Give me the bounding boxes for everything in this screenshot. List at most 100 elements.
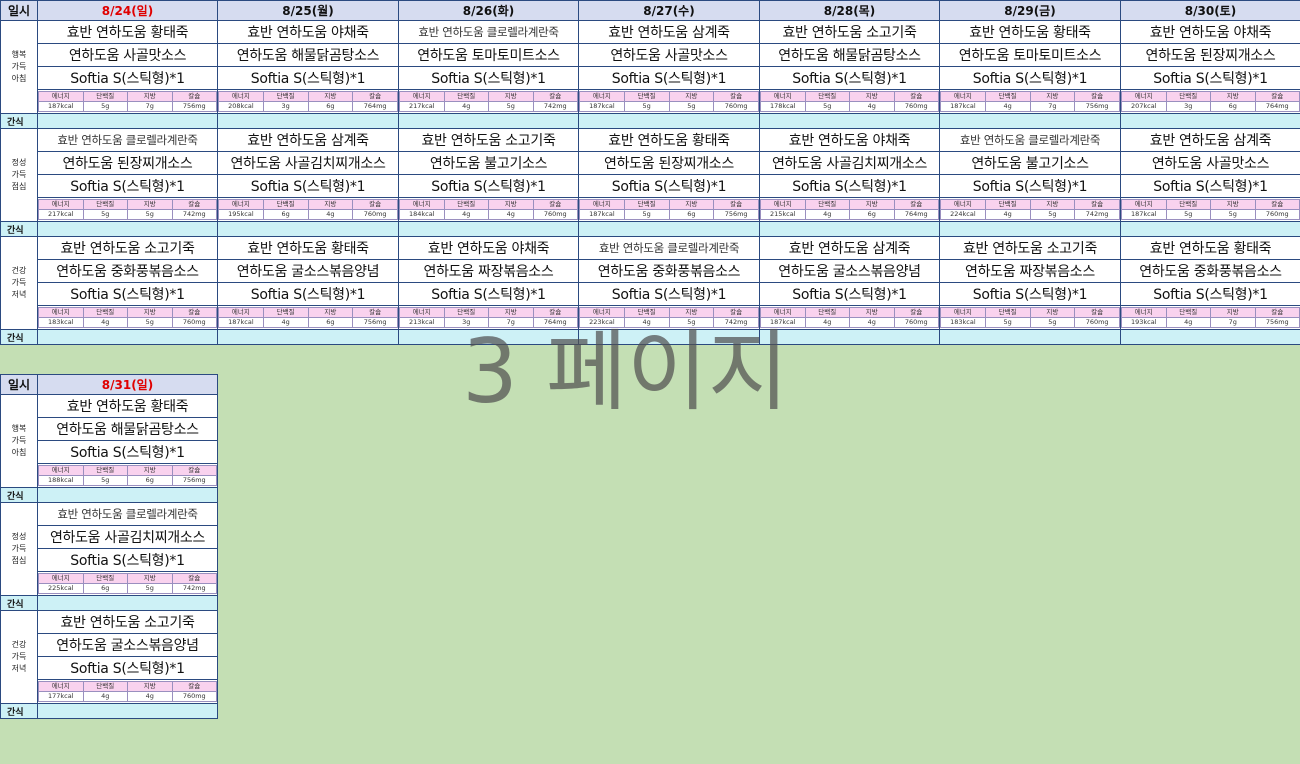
nutrition-header: 칼슘 bbox=[171, 573, 217, 584]
nutrition-value: 187kcal bbox=[579, 209, 625, 220]
nutrition-header: 지방 bbox=[488, 91, 534, 102]
nutrition-header-row: 에너지 단백질 지방 칼슘 bbox=[760, 199, 939, 210]
date-header: 8/25(월) bbox=[217, 0, 399, 21]
nutrition-value: 5g bbox=[1165, 209, 1211, 220]
nutrition-header-row: 에너지 단백질 지방 칼슘 bbox=[579, 199, 759, 210]
nutrition-header: 칼슘 bbox=[532, 199, 578, 210]
snack-cell bbox=[759, 221, 940, 237]
nutrition-cell: 에너지 단백질 지방 칼슘 188kcal 5g 6g 756mg bbox=[37, 463, 218, 488]
nutrition-header-row: 에너지 단백질 지방 칼슘 bbox=[1121, 307, 1300, 318]
menu-item: 효반 연하도움 삼계죽 bbox=[578, 20, 760, 44]
snack-cell bbox=[398, 329, 579, 345]
menu-item: Softia S(스틱형)*1 bbox=[37, 656, 218, 680]
nutrition-value-row: 187kcal 4g 6g 756mg bbox=[218, 317, 398, 328]
date-header: 8/24(일) bbox=[37, 0, 218, 21]
nutrition-table: 에너지 단백질 지방 칼슘 187kcal 5g 5g 760mg bbox=[1121, 199, 1300, 220]
menu-item: 연하도움 해물닭곰탕소스 bbox=[217, 43, 399, 67]
breakfast-food-row: Softia S(스틱형)*1 Softia S(스틱형)*1 Softia S(스… bbox=[1, 66, 1300, 90]
menu-item: Softia S(스틱형)*1 bbox=[1120, 66, 1300, 90]
nutrition-value: 183kcal bbox=[38, 317, 84, 328]
nutrition-table: 에너지 단백질 지방 칼슘 178kcal 5g 4g 760mg bbox=[760, 91, 939, 112]
nutrition-header: 에너지 bbox=[218, 91, 264, 102]
nutrition-value: 5g bbox=[984, 317, 1031, 328]
nutrition-table: 에너지 단백질 지방 칼슘 187kcal 4g 6g 756mg bbox=[218, 307, 398, 328]
date-header: 8/29(금) bbox=[939, 0, 1121, 21]
nutrition-value: 756mg bbox=[352, 317, 398, 328]
nutrition-table: 에너지 단백질 지방 칼슘 215kcal 4g 6g 764mg bbox=[760, 199, 939, 220]
nutrition-value: 760mg bbox=[171, 317, 217, 328]
nutrition-value: 742mg bbox=[171, 583, 217, 594]
nutrition-value: 187kcal bbox=[218, 317, 264, 328]
nutrition-value: 5g bbox=[1210, 209, 1256, 220]
nutrition-cell: 에너지 단백질 지방 칼슘 187kcal 4g 4g 760mg bbox=[759, 305, 940, 330]
breakfast-label: 행복 가득 아침 bbox=[0, 20, 38, 114]
nutrition-table: 에너지 단백질 지방 칼슘 187kcal 4g 4g 760mg bbox=[760, 307, 939, 328]
nutrition-header-row: 에너지 단백질 지방 칼슘 bbox=[399, 307, 578, 318]
nutrition-value-row: 213kcal 3g 7g 764mg bbox=[399, 317, 578, 328]
nutrition-header: 에너지 bbox=[38, 681, 84, 692]
menu-item: 연하도움 사골맛소스 bbox=[37, 43, 218, 67]
nutrition-header-row: 에너지 단백질 지방 칼슘 bbox=[38, 681, 217, 692]
nutrition-header: 칼슘 bbox=[352, 307, 398, 318]
nutrition-value-row: 183kcal 5g 5g 760mg bbox=[940, 317, 1120, 328]
lunch-label: 정성 가득 점심 bbox=[0, 128, 38, 222]
nutrition-header: 지방 bbox=[1210, 91, 1256, 102]
menu-item: Softia S(스틱형)*1 bbox=[759, 282, 940, 306]
nutrition-header: 칼슘 bbox=[713, 199, 759, 210]
nutrition-value: 5g bbox=[488, 101, 534, 112]
nutrition-value: 224kcal bbox=[940, 209, 986, 220]
nutrition-value: 756mg bbox=[713, 209, 759, 220]
nutrition-header: 에너지 bbox=[579, 307, 625, 318]
nutrition-value-row: 187kcal 4g 7g 756mg bbox=[940, 101, 1120, 112]
snack-cell bbox=[939, 221, 1121, 237]
nutrition-header: 지방 bbox=[307, 199, 354, 210]
nutrition-table: 에너지 단백질 지방 칼슘 183kcal 4g 5g 760mg bbox=[38, 307, 217, 328]
lunch-food-row: 연하도움 된장찌개소스 연하도움 사골김치찌개소스 연하도움 불고기소스 연하도움 된… bbox=[1, 151, 1300, 175]
nutrition-value: 5g bbox=[623, 101, 670, 112]
nutrition-cell: 에너지 단백질 지방 칼슘 224kcal 4g 5g 742mg bbox=[939, 197, 1121, 222]
nutrition-header: 에너지 bbox=[579, 199, 625, 210]
nutrition-header: 단백질 bbox=[804, 307, 850, 318]
menu-item: 연하도움 사골김치찌개소스 bbox=[37, 525, 218, 549]
snack-cell bbox=[217, 113, 399, 129]
nutrition-header: 단백질 bbox=[82, 91, 128, 102]
dinner-food-row: 연하도움 중화풍볶음소스 연하도움 굴소스볶음양념 연하도움 짜장볶음소스 연하도움 … bbox=[1, 259, 1300, 283]
nutrition-value: 764mg bbox=[532, 317, 578, 328]
nutrition-value-row: 217kcal 4g 5g 742mg bbox=[399, 101, 578, 112]
menu-item: 연하도움 된장찌개소스 bbox=[578, 151, 760, 175]
dinner-label: 건강 가득 저녁 bbox=[0, 236, 38, 330]
nutrition-value: 5g bbox=[623, 209, 670, 220]
nutrition-table: 에너지 단백질 지방 칼슘 223kcal 4g 5g 742mg bbox=[579, 307, 759, 328]
nutrition-header: 칼슘 bbox=[893, 199, 939, 210]
menu-item: 효반 연하도움 삼계죽 bbox=[217, 128, 399, 152]
nutrition-header-row: 에너지 단백질 지방 칼슘 bbox=[579, 307, 759, 318]
menu-item: 연하도움 사골김치찌개소스 bbox=[759, 151, 940, 175]
lunch-food-row: Softia S(스틱형)*1 Softia S(스틱형)*1 Softia S(스… bbox=[1, 174, 1300, 198]
date-header-row: 일시 8/24(일) 8/25(월) 8/26(화) 8/27(수) 8/28(목) 8/2… bbox=[0, 0, 1300, 21]
date-header-label: 일시 bbox=[0, 0, 38, 21]
snack-cell bbox=[1120, 329, 1300, 345]
nutrition-header: 지방 bbox=[127, 199, 173, 210]
nutrition-value: 178kcal bbox=[760, 101, 806, 112]
menu-item: Softia S(스틱형)*1 bbox=[37, 66, 218, 90]
menu-item: 효반 연하도움 황태죽 bbox=[1120, 236, 1300, 260]
nutrition-value: 5g bbox=[82, 209, 128, 220]
nutrition-header-row: 에너지 단백질 지방 칼슘 bbox=[399, 199, 578, 210]
nutrition-header: 에너지 bbox=[218, 199, 264, 210]
menu-item: 효반 연하도움 클로렐라계란죽 bbox=[37, 128, 218, 152]
nutrition-value: 4g bbox=[82, 317, 128, 328]
nutrition-header: 단백질 bbox=[262, 199, 309, 210]
menu-item: 연하도움 된장찌개소스 bbox=[37, 151, 218, 175]
nutrition-value-row: 187kcal 4g 4g 760mg bbox=[760, 317, 939, 328]
nutrition-value: 187kcal bbox=[760, 317, 806, 328]
nutrition-header: 단백질 bbox=[82, 465, 128, 476]
nutrition-value: 760mg bbox=[532, 209, 578, 220]
nutrition-value: 6g bbox=[307, 101, 354, 112]
nutrition-value: 5g bbox=[668, 101, 715, 112]
nutrition-header: 지방 bbox=[127, 573, 173, 584]
nutrition-header: 지방 bbox=[849, 199, 895, 210]
snack-cell bbox=[578, 221, 760, 237]
nutrition-cell: 에너지 단백질 지방 칼슘 184kcal 4g 4g 760mg bbox=[398, 197, 579, 222]
snack-cell bbox=[578, 113, 760, 129]
nutrition-value: 4g bbox=[804, 317, 850, 328]
